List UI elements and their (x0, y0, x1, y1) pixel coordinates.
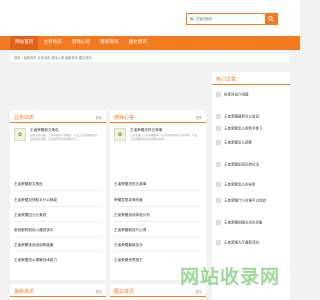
sidebar-divider (212, 84, 290, 85)
business-more-link[interactable]: 更多 (96, 115, 102, 120)
game-list-item[interactable]: 荣耀发现真有阵营 (114, 198, 143, 203)
bullet-icon (216, 140, 221, 145)
main-nav: 网站首页 业务动态 游戏心得 最新资讯 图文资讯 (0, 36, 300, 50)
game-list-item[interactable]: 王者荣耀游戏体验分析 (114, 213, 150, 218)
business-list-item[interactable]: 王者荣耀四九元素表 (14, 213, 46, 218)
bullet-icon (216, 114, 221, 119)
bullet-icon (216, 220, 221, 225)
bullet-icon (216, 240, 221, 245)
divider (114, 236, 202, 237)
game-list-item[interactable]: 王者荣耀最新加分 (114, 243, 143, 248)
divider (14, 190, 102, 191)
business-list-item[interactable]: 王者荣耀体验该组等装备 (14, 243, 54, 248)
sidebar-item[interactable]: 王者荣耀如何玩转玩法 (216, 162, 259, 168)
business-panel: 业务动态 更多 ✿ 王者荣耀新文角色 国内王者荣耀，王者荣耀真人的模式，以及王者… (10, 110, 106, 280)
business-list-item[interactable]: 王者荣耀加快助手什么都能 (14, 198, 57, 203)
sidebar-item-label: 王者荣耀最新可以说说 (224, 114, 259, 119)
business-title: 业务动态 (14, 115, 35, 121)
sidebar-item[interactable]: 王者荣耀怎么获胜 (216, 140, 252, 146)
breadcrumb: 首页 › 最新资讯 业务动态 游戏心得 最新资讯 图文资讯 (10, 54, 290, 62)
nav-photo[interactable]: 图文资讯 (124, 36, 152, 50)
sidebar-item-label: 王者荣耀怎么的全新 (224, 182, 256, 187)
search-button[interactable] (265, 14, 277, 24)
sidebar-item[interactable]: 王者荣耀大厅最新活动 (216, 240, 259, 246)
game-title: 游戏心得 (114, 115, 135, 121)
divider (114, 251, 202, 252)
game-featured-title[interactable]: 王者荣耀怎样五故事 (130, 128, 162, 133)
watermark-logo: 网站收录网 (180, 266, 281, 288)
bullet-icon (216, 182, 221, 187)
business-thumbnail[interactable]: ✿ (14, 128, 26, 141)
sidebar-item[interactable]: 王者荣耀怎么的全新 (216, 182, 256, 188)
game-thumbnail[interactable]: ✿ (114, 128, 126, 141)
bullet-icon (216, 126, 221, 131)
divider (14, 251, 102, 252)
search-input[interactable] (187, 14, 265, 24)
thumbnail-icon: ✿ (17, 131, 23, 138)
photo-title: 图文资讯 (114, 289, 135, 295)
site-header (0, 0, 300, 36)
photo-more-link[interactable]: 更多 (196, 289, 202, 294)
nav-game[interactable]: 游戏心得 (67, 36, 95, 50)
thumbnail-icon: ✿ (117, 131, 123, 138)
sidebar-item-label: 王者荣耀怎么用新手练习 (224, 126, 263, 131)
game-featured-desc: 王者荣耀，王者荣耀故事，玩家在游戏中的心得体验，以及王者荣耀游戏讨论的相关内容.… (130, 134, 198, 141)
news-title: 最新资讯 (14, 289, 35, 295)
business-featured-title[interactable]: 王者荣耀新文角色 (30, 128, 59, 133)
sidebar-item[interactable]: 王者荣耀最新可以说说 (216, 114, 259, 120)
sidebar-item[interactable]: 纷享时段介绍篇 (216, 92, 249, 98)
game-list-item[interactable]: 王者荣耀怎样五故事 (114, 182, 146, 187)
divider (114, 221, 202, 222)
bullet-icon (216, 198, 221, 203)
nav-home[interactable]: 网站首页 (10, 36, 39, 50)
divider (14, 221, 102, 222)
business-list-item[interactable]: 王者荣耀怎么理解战术能力 (14, 258, 57, 263)
divider (14, 206, 102, 207)
sidebar-item-label: 王者荣耀怎么获胜 (224, 140, 252, 145)
divider (114, 206, 202, 207)
search-icon (268, 16, 274, 22)
game-divider (110, 122, 206, 123)
game-panel: 游戏心得 更多 ✿ 王者荣耀怎样五故事 王者荣耀，王者荣耀故事，玩家在游戏中的心… (110, 110, 206, 280)
sidebar-title: 热门文章 (216, 77, 237, 83)
business-list-item[interactable]: 王者荣耀新文角色 (14, 182, 43, 187)
game-list-item[interactable]: 王者荣耀世界观王 (114, 258, 143, 263)
sidebar-item-label: 王者荣耀的图文资讯合集 (224, 220, 263, 225)
nav-business[interactable]: 业务动态 (38, 36, 66, 50)
sidebar-item[interactable]: 王者荣耀什么时候可以体验 (216, 198, 266, 204)
sidebar-item-label: 王者荣耀大厅最新活动 (224, 240, 259, 245)
game-list-item[interactable]: 王者荣耀新技巧心得 (114, 228, 146, 233)
game-more-link[interactable]: 更多 (196, 115, 202, 120)
bullet-icon (216, 162, 221, 167)
business-divider (10, 122, 106, 123)
sidebar-item-label: 王者荣耀什么时候可以体验 (224, 198, 266, 203)
sidebar-item[interactable]: 王者荣耀的图文资讯合集 (216, 220, 263, 226)
nav-news[interactable]: 最新资讯 (95, 36, 123, 50)
divider (14, 236, 102, 237)
sidebar-item[interactable]: 王者荣耀怎么用新手练习 (216, 126, 263, 132)
business-featured-desc: 国内王者荣耀，王者荣耀真人的模式，以及王者荣耀游戏讨论的相关内容，玩家在游戏中的… (30, 134, 98, 141)
photo-divider (110, 296, 206, 297)
bullet-icon (216, 92, 221, 97)
sidebar-item-label: 王者荣耀如何玩转玩法 (224, 162, 259, 167)
sidebar-item-label: 纷享时段介绍篇 (224, 92, 249, 97)
news-more-link[interactable]: 更多 (96, 289, 102, 294)
news-panel: 最新资讯 更多 (10, 284, 106, 300)
search-box (186, 13, 278, 25)
divider (114, 190, 202, 191)
news-divider (10, 296, 106, 297)
business-list-item[interactable]: 南宫都院制色人器测该中 (14, 228, 54, 233)
